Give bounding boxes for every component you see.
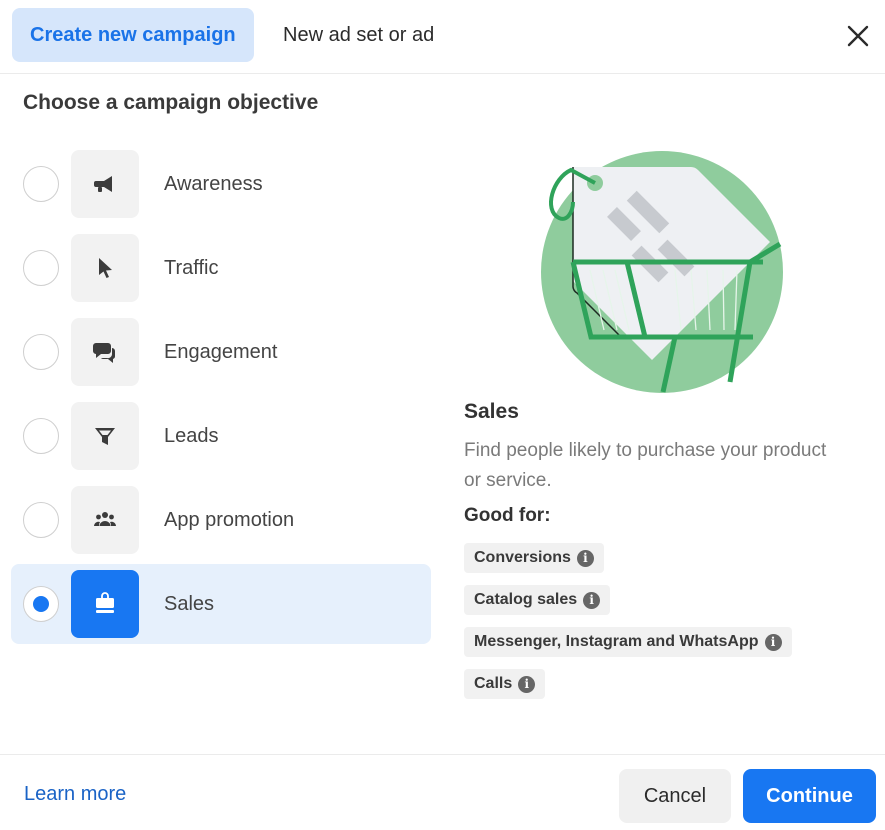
objective-icon-box <box>71 402 139 470</box>
objective-label: Sales <box>164 593 215 615</box>
objective-traffic[interactable]: Traffic <box>11 228 431 308</box>
funnel-icon <box>95 428 115 445</box>
info-icon[interactable]: i <box>518 675 536 693</box>
people-group-icon <box>94 512 116 526</box>
objective-icon-box <box>71 234 139 302</box>
tab-create-new-campaign[interactable]: Create new campaign <box>12 8 254 62</box>
objective-engagement[interactable]: Engagement <box>11 312 431 392</box>
megaphone-icon <box>94 176 112 192</box>
good-for-chip-catalog-sales: Catalog sales i <box>464 585 611 615</box>
chip-label: Messenger, Instagram and WhatsApp <box>474 633 759 650</box>
objective-detail-description: Find people likely to purchase your prod… <box>464 440 827 491</box>
chip-label: Conversions <box>474 549 571 566</box>
radio-button[interactable] <box>23 334 59 370</box>
objective-label: App promotion <box>164 509 295 531</box>
radio-selected-dot <box>33 596 49 612</box>
objective-label: Awareness <box>164 173 263 195</box>
good-for-chip-conversions: Conversions i <box>464 543 604 573</box>
good-for-chip-messaging: Messenger, Instagram and WhatsApp i <box>464 627 792 657</box>
objective-leads[interactable]: Leads <box>11 396 431 476</box>
objective-detail-title: Sales <box>464 400 519 423</box>
radio-button[interactable] <box>23 166 59 202</box>
radio-button[interactable] <box>23 586 59 622</box>
info-icon[interactable]: i <box>764 633 782 651</box>
dialog-header: Create new campaign New ad set or ad <box>0 0 885 74</box>
objective-label: Leads <box>164 425 219 447</box>
radio-button[interactable] <box>23 250 59 286</box>
close-button[interactable] <box>844 22 872 50</box>
objective-icon-box <box>71 318 139 386</box>
cancel-button[interactable]: Cancel <box>619 769 731 823</box>
learn-more-link[interactable]: Learn more <box>24 783 126 806</box>
close-icon <box>847 25 869 47</box>
objective-sales[interactable]: Sales <box>11 564 431 644</box>
objective-awareness[interactable]: Awareness <box>11 144 431 224</box>
objective-icon-box <box>71 486 139 554</box>
section-title: Choose a campaign objective <box>23 91 319 114</box>
radio-button[interactable] <box>23 502 59 538</box>
good-for-chip-calls: Calls i <box>464 669 546 699</box>
shopping-cart-price-tag-illustration <box>541 151 783 393</box>
good-for-label: Good for: <box>464 505 551 526</box>
info-icon[interactable]: i <box>576 549 594 567</box>
chat-bubbles-icon <box>93 343 116 363</box>
info-icon[interactable]: i <box>583 591 601 609</box>
chip-label: Catalog sales <box>474 591 578 608</box>
continue-button[interactable]: Continue <box>743 769 876 823</box>
objective-label: Engagement <box>164 341 278 363</box>
chip-label: Calls <box>474 675 513 692</box>
radio-button[interactable] <box>23 418 59 454</box>
objective-label: Traffic <box>164 257 219 279</box>
shopping-bag-icon <box>96 592 114 613</box>
tab-new-ad-set-or-ad[interactable]: New ad set or ad <box>265 8 452 62</box>
objective-icon-box <box>71 570 139 638</box>
cursor-icon <box>99 258 112 278</box>
objective-app-promotion[interactable]: App promotion <box>11 480 431 560</box>
objective-icon-box <box>71 150 139 218</box>
dialog-footer: Learn more Cancel Continue <box>0 754 885 830</box>
